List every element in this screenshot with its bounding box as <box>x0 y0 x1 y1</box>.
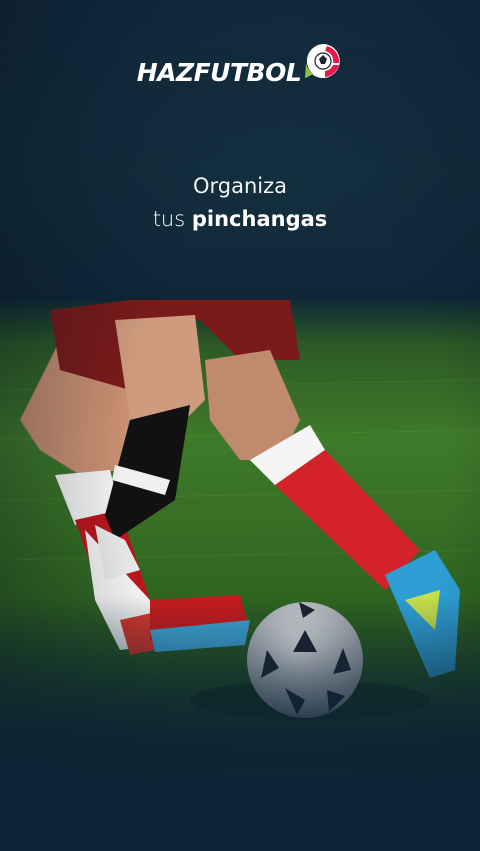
soccer-ball-speech-bubble-icon <box>303 41 343 85</box>
tagline-line-1: Organiza <box>192 174 288 198</box>
hero-football-image <box>0 300 480 851</box>
app-logo: HAZFUTBOL <box>0 44 480 100</box>
tagline: Organiza tus pinchangas <box>0 170 480 236</box>
splash-screen: HAZFUTBOL Organiza tus pinchangas <box>0 0 480 851</box>
brand-name: HAZFUTBOL <box>136 57 302 87</box>
tagline-prefix: tus <box>152 207 186 231</box>
tagline-highlight: pinchangas <box>191 207 328 231</box>
tagline-line-2: tus pinchangas <box>0 202 480 236</box>
